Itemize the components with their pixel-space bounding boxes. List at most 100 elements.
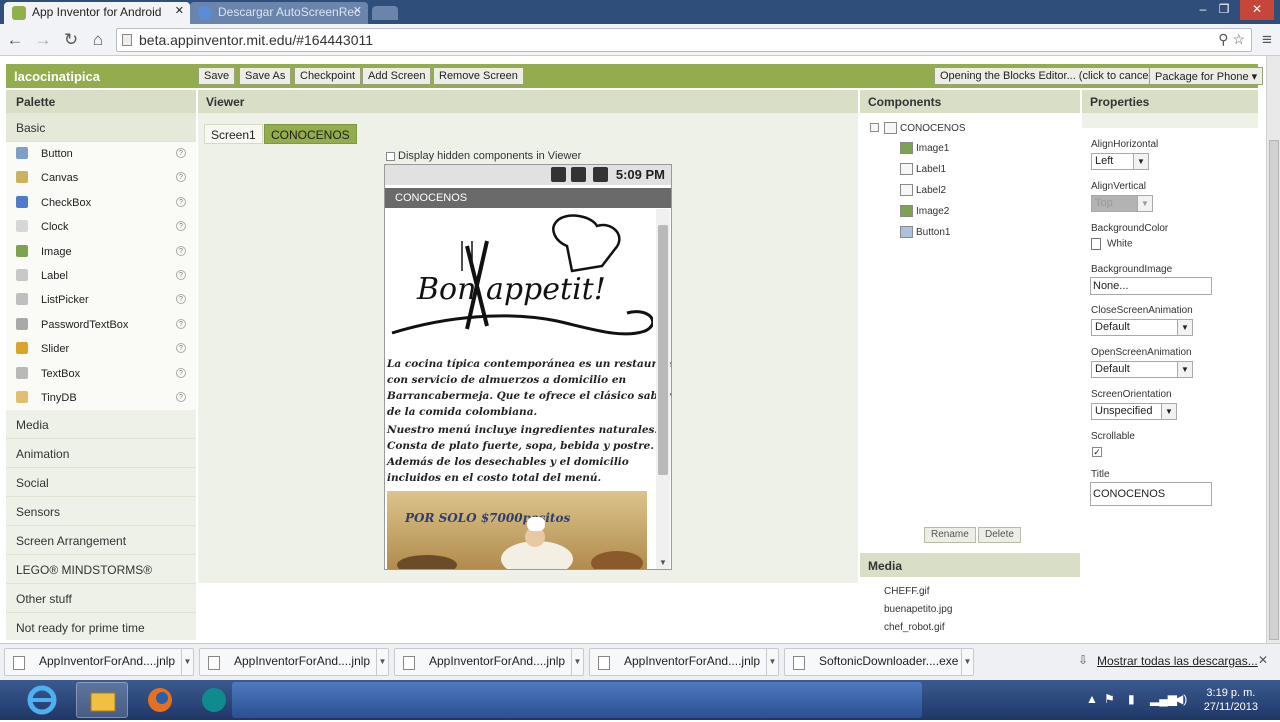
help-icon[interactable]: ? <box>176 343 186 354</box>
forward-arrow-icon[interactable]: → <box>32 29 54 51</box>
help-icon[interactable]: ? <box>176 172 186 183</box>
back-arrow-icon[interactable]: ← <box>4 29 26 51</box>
checkpoint-button[interactable]: Checkpoint <box>294 67 362 85</box>
phone-scrollbar[interactable]: ▼ <box>656 209 670 569</box>
network-icon[interactable]: ▂▄▆ <box>1150 692 1177 706</box>
palette-category[interactable]: Media <box>6 410 196 440</box>
firefox-icon[interactable] <box>136 682 184 718</box>
help-icon[interactable]: ? <box>176 367 186 378</box>
save-as-button[interactable]: Save As <box>239 67 292 85</box>
background-color-picker[interactable]: White <box>1091 238 1133 250</box>
scrollbar-thumb[interactable] <box>1269 140 1279 640</box>
palette-category[interactable]: Other stuff <box>6 584 196 614</box>
phone-scrollbar-thumb[interactable] <box>658 225 668 475</box>
help-icon[interactable]: ? <box>176 391 186 402</box>
palette-item[interactable]: TinyDB? <box>6 385 196 411</box>
help-icon[interactable]: ? <box>176 196 186 207</box>
palette-category[interactable]: Not ready for prime time <box>6 613 196 640</box>
promo-banner-image[interactable]: POR SOLO $7000pesitos <box>387 491 647 569</box>
help-icon[interactable]: ? <box>176 148 186 158</box>
palette-item[interactable]: Slider? <box>6 337 196 362</box>
help-icon[interactable]: ? <box>176 221 186 232</box>
palette-item[interactable]: Image? <box>6 239 196 264</box>
close-screen-animation-select[interactable]: Default ▼ <box>1091 319 1193 336</box>
remove-screen-button[interactable]: Remove Screen <box>433 67 524 85</box>
tab-screen1[interactable]: Screen1 <box>204 124 263 144</box>
add-screen-button[interactable]: Add Screen <box>362 67 432 85</box>
palette-category[interactable]: LEGO® MINDSTORMS® <box>6 555 196 585</box>
delete-button[interactable]: Delete <box>978 527 1021 543</box>
volume-icon[interactable]: ◀) <box>1174 692 1187 706</box>
component-item[interactable]: Image2 <box>900 205 949 217</box>
screen-orientation-select[interactable]: Unspecified ▼ <box>1091 403 1177 420</box>
download-menu-chevron-icon[interactable]: ▼ <box>961 649 973 675</box>
save-button[interactable]: Save <box>198 67 236 85</box>
menu-wrench-icon[interactable]: ≡ <box>1256 29 1278 51</box>
collapse-icon[interactable] <box>870 123 879 132</box>
close-window-button[interactable]: ✕ <box>1240 0 1274 20</box>
download-menu-chevron-icon[interactable]: ▼ <box>376 649 388 675</box>
download-item[interactable]: AppInventorForAnd....jnlp ▼ <box>589 648 779 676</box>
download-item[interactable]: AppInventorForAnd....jnlp ▼ <box>4 648 194 676</box>
align-vertical-select[interactable]: Top ▼ <box>1091 195 1153 212</box>
download-item[interactable]: SoftonicDownloader....exe ▼ <box>784 648 974 676</box>
close-downloads-icon[interactable]: ✕ <box>1258 653 1268 667</box>
active-window-preview[interactable] <box>232 682 922 718</box>
component-item[interactable]: Label1 <box>900 163 946 175</box>
open-screen-animation-select[interactable]: Default ▼ <box>1091 361 1193 378</box>
palette-category[interactable]: Sensors <box>6 497 196 527</box>
palette-category[interactable]: Social <box>6 468 196 498</box>
close-tab-icon[interactable]: ✕ <box>175 4 184 17</box>
palette-item[interactable]: PasswordTextBox? <box>6 312 196 338</box>
palette-item[interactable]: TextBox? <box>6 361 196 386</box>
restore-window-button[interactable]: ❐ <box>1214 0 1234 20</box>
color-swatch[interactable] <box>1091 238 1101 250</box>
package-for-phone-button[interactable]: Package for Phone ▾ <box>1149 67 1264 85</box>
address-bar[interactable]: beta.appinventor.mit.edu/#164443011 ⚲ ☆ <box>116 28 1252 52</box>
zoom-star-icons[interactable]: ⚲ ☆ <box>1218 31 1245 48</box>
help-icon[interactable]: ? <box>176 245 186 256</box>
palette-category-basic[interactable]: Basic <box>6 113 196 142</box>
help-icon[interactable]: ? <box>176 318 186 329</box>
browser-tab-autoscreenrec[interactable]: Descargar AutoScreenRec ✕ <box>190 2 368 24</box>
title-input[interactable]: CONOCENOS <box>1090 482 1212 506</box>
media-file[interactable]: CHEFF.gif <box>884 586 930 597</box>
media-file[interactable]: chef_robot.gif <box>884 622 945 633</box>
download-menu-chevron-icon[interactable]: ▼ <box>766 649 778 675</box>
scroll-down-icon[interactable]: ▼ <box>659 558 667 567</box>
palette-category[interactable]: Screen Arrangement <box>6 526 196 556</box>
blocks-editor-button[interactable]: Opening the Blocks Editor... (click to c… <box>934 67 1161 85</box>
palette-item[interactable]: Label? <box>6 263 196 289</box>
help-icon[interactable]: ? <box>176 294 186 305</box>
palette-item[interactable]: Clock? <box>6 215 196 240</box>
page-scrollbar[interactable] <box>1266 56 1280 646</box>
checkbox-icon[interactable] <box>386 151 395 161</box>
flag-icon[interactable]: ⚑ <box>1104 692 1115 706</box>
reload-icon[interactable]: ↻ <box>60 29 82 51</box>
component-item[interactable]: Label2 <box>900 184 946 196</box>
show-all-downloads-link[interactable]: Mostrar todas las descargas... <box>1097 654 1258 668</box>
download-menu-chevron-icon[interactable]: ▼ <box>571 649 583 675</box>
bon-appetit-logo-image[interactable]: Bon appetit! <box>387 211 653 351</box>
palette-item[interactable]: Canvas? <box>6 166 196 191</box>
tray-arrow-icon[interactable]: ▲ <box>1086 692 1098 706</box>
palette-category[interactable]: Animation <box>6 439 196 469</box>
new-tab-button[interactable] <box>372 6 398 20</box>
align-horizontal-select[interactable]: Left ▼ <box>1091 153 1149 170</box>
close-tab-icon[interactable]: ✕ <box>353 4 362 17</box>
palette-item[interactable]: Button? <box>6 142 196 167</box>
help-icon[interactable]: ? <box>176 269 186 280</box>
minimize-window-button[interactable]: ‒ <box>1192 0 1214 20</box>
palette-item[interactable]: ListPicker? <box>6 288 196 313</box>
tab-conocenos[interactable]: CONOCENOS <box>264 124 357 144</box>
home-icon[interactable]: ⌂ <box>87 29 109 51</box>
media-file[interactable]: buenapetito.jpg <box>884 604 952 615</box>
component-root[interactable]: CONOCENOS <box>870 122 966 134</box>
arduino-icon[interactable] <box>196 682 230 718</box>
browser-tab-app-inventor[interactable]: App Inventor for Android ✕ <box>4 2 190 24</box>
ie-icon[interactable] <box>22 682 62 718</box>
taskbar-clock[interactable]: 3:19 p. m. 27/11/2013 <box>1204 686 1258 714</box>
component-item[interactable]: Image1 <box>900 142 949 154</box>
component-item[interactable]: Button1 <box>900 226 950 238</box>
rename-button[interactable]: Rename <box>924 527 976 543</box>
